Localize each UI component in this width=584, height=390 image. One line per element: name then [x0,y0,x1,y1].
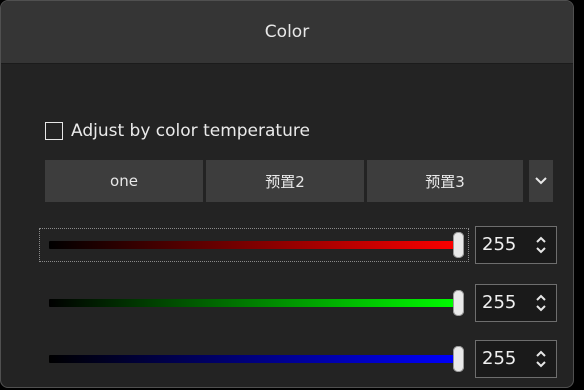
red-value-spinbox[interactable]: 255 [475,226,557,264]
red-slider-handle[interactable] [453,232,464,258]
adjust-by-temperature-checkbox[interactable] [45,122,63,140]
blue-value-spinbox[interactable]: 255 [475,340,557,378]
adjust-by-temperature-label: Adjust by color temperature [71,121,310,141]
spin-arrows-icon[interactable] [536,236,546,254]
blue-slider-handle[interactable] [453,346,464,372]
panel-titlebar: Color [1,1,573,64]
spin-arrows-icon[interactable] [536,294,546,312]
red-value[interactable]: 255 [482,227,516,263]
green-slider-handle[interactable] [453,290,464,316]
color-panel: Color Adjust by color temperature one 预置… [0,0,574,388]
red-slider-track[interactable] [49,241,461,249]
preset-buttons: one 预置2 预置3 [45,160,553,202]
adjust-by-temperature-row[interactable]: Adjust by color temperature [45,119,310,143]
green-slider-row: 255 [39,284,559,322]
blue-slider-row: 255 [39,340,559,378]
red-slider-row: 255 [39,226,559,264]
green-value[interactable]: 255 [482,285,516,321]
green-slider-track[interactable] [49,299,461,307]
preset-button-3[interactable]: 预置3 [367,160,523,202]
green-value-spinbox[interactable]: 255 [475,284,557,322]
preset-dropdown-button[interactable] [529,160,553,202]
preset-button-1[interactable]: one [45,160,203,202]
blue-slider-track[interactable] [49,355,461,363]
panel-title: Color [264,22,310,42]
preset-button-2[interactable]: 预置2 [206,160,364,202]
spin-arrows-icon[interactable] [536,350,546,368]
blue-value[interactable]: 255 [482,341,516,377]
chevron-down-icon [535,177,547,185]
